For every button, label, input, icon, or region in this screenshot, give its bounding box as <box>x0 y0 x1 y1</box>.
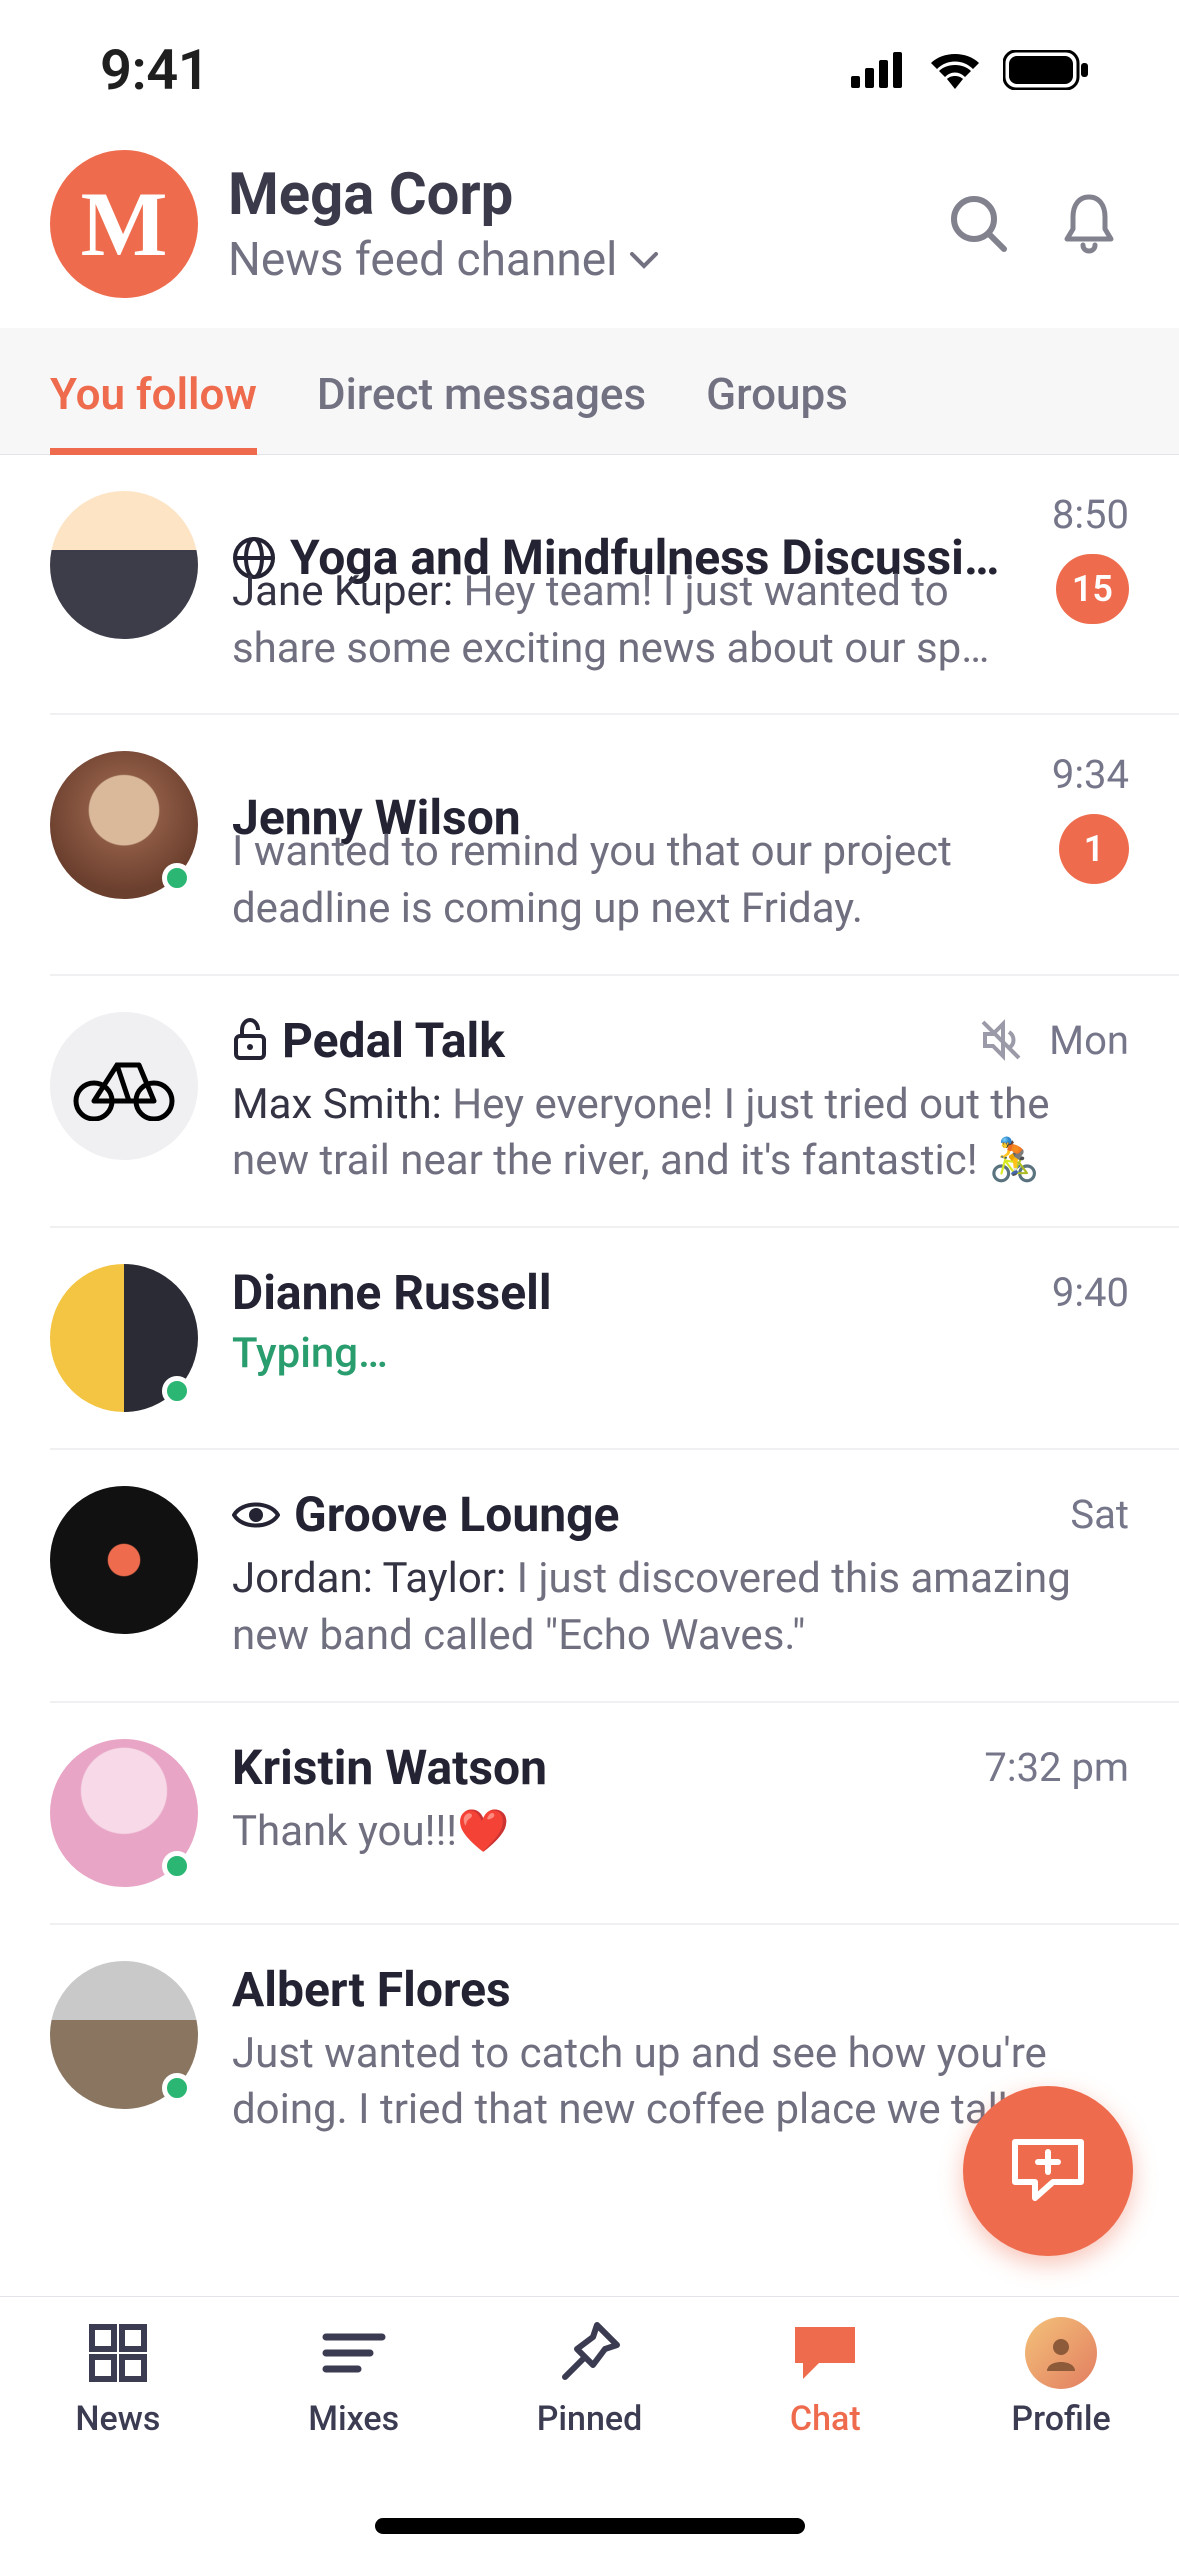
header: M Mega Corp News feed channel <box>0 140 1179 328</box>
chat-icon <box>791 2323 859 2383</box>
chat-time: Sat <box>1070 1491 1129 1538</box>
typing-indicator: Typing… <box>232 1329 1129 1378</box>
muted-icon <box>977 1016 1025 1064</box>
new-chat-button[interactable] <box>963 2086 1133 2256</box>
mixes-icon <box>322 2329 386 2377</box>
chat-list[interactable]: Yoga and Mindfulness Discussi… 8:50 15 J… <box>0 455 1179 2175</box>
nav-label: Pinned <box>537 2399 643 2439</box>
chat-row[interactable]: Kristin Watson 7:32 pm Thank you!!!❤️ <box>50 1703 1179 1925</box>
status-icons <box>851 50 1089 90</box>
chevron-down-icon <box>629 250 659 270</box>
tab-you-follow[interactable]: You follow <box>50 348 257 454</box>
chat-title: Groove Lounge <box>232 1486 1046 1543</box>
chat-time: 8:50 <box>1052 491 1129 538</box>
battery-icon <box>1003 50 1089 90</box>
chat-preview: Jordan: Taylor: I just discovered this a… <box>232 1551 1129 1664</box>
chat-preview: Max Smith: Hey everyone! I just tried ou… <box>232 1077 1129 1190</box>
chat-time: 9:34 <box>1052 751 1129 798</box>
news-icon <box>86 2321 150 2385</box>
search-icon <box>948 193 1010 255</box>
presence-indicator <box>162 1376 192 1406</box>
nav-label: Mixes <box>308 2399 399 2439</box>
presence-indicator <box>162 2073 192 2103</box>
chat-row[interactable]: Pedal Talk Mon Max Smith: Hey everyone! … <box>50 976 1179 1228</box>
workspace-logo[interactable]: M <box>50 150 198 298</box>
chat-preview: Thank you!!!❤️ <box>232 1804 1129 1861</box>
avatar <box>50 1961 198 2109</box>
avatar <box>50 1012 198 1160</box>
chat-row[interactable]: Yoga and Mindfulness Discussi… 8:50 15 J… <box>50 455 1179 715</box>
chat-title: Kristin Watson <box>232 1739 960 1796</box>
channel-name: News feed channel <box>228 233 617 287</box>
bicycle-icon <box>69 1051 179 1121</box>
nav-news[interactable]: News <box>28 2317 208 2556</box>
nav-profile[interactable]: Profile <box>971 2317 1151 2556</box>
chat-row[interactable]: Groove Lounge Sat Jordan: Taylor: I just… <box>50 1450 1179 1702</box>
tab-bar: You follow Direct messages Groups <box>0 328 1179 455</box>
search-button[interactable] <box>939 184 1019 264</box>
unread-badge: 1 <box>1059 814 1129 884</box>
chat-row[interactable]: Dianne Russell 9:40 Typing… <box>50 1228 1179 1450</box>
avatar <box>50 1486 198 1634</box>
chat-time: 7:32 pm <box>984 1744 1129 1791</box>
chat-row[interactable]: Jenny Wilson 9:34 1 I wanted to remind y… <box>50 715 1179 975</box>
bell-icon <box>1061 193 1117 255</box>
chat-title: Dianne Russell <box>232 1264 1028 1321</box>
home-indicator[interactable] <box>375 2518 805 2534</box>
profile-avatar-icon <box>1025 2317 1097 2389</box>
avatar <box>50 1739 198 1887</box>
nav-label: News <box>75 2399 160 2439</box>
chat-time: Mon <box>1049 1017 1129 1064</box>
tab-direct-messages[interactable]: Direct messages <box>317 348 646 454</box>
status-bar: 9:41 <box>0 0 1179 140</box>
notifications-button[interactable] <box>1049 184 1129 264</box>
bottom-nav: News Mixes Pinned Chat Profile <box>0 2296 1179 2556</box>
nav-label: Profile <box>1011 2399 1110 2439</box>
presence-indicator <box>162 1851 192 1881</box>
chat-title: Pedal Talk <box>232 1012 963 1069</box>
cellular-icon <box>851 52 907 88</box>
lock-icon <box>232 1018 268 1062</box>
chat-title: Albert Flores <box>232 1961 1129 2018</box>
status-time: 9:41 <box>100 37 209 103</box>
workspace-title: Mega Corp <box>228 161 909 229</box>
header-titles[interactable]: Mega Corp News feed channel <box>228 161 909 287</box>
eye-icon <box>232 1499 280 1531</box>
avatar <box>50 751 198 899</box>
presence-indicator <box>162 863 192 893</box>
chat-time: 9:40 <box>1052 1269 1129 1316</box>
unread-badge: 15 <box>1056 554 1129 624</box>
nav-label: Chat <box>790 2399 861 2439</box>
avatar <box>50 491 198 639</box>
avatar <box>50 1264 198 1412</box>
tab-groups[interactable]: Groups <box>706 348 848 454</box>
channel-selector[interactable]: News feed channel <box>228 233 909 287</box>
new-message-icon <box>1009 2136 1087 2206</box>
pin-icon <box>557 2321 621 2385</box>
wifi-icon <box>929 51 981 89</box>
